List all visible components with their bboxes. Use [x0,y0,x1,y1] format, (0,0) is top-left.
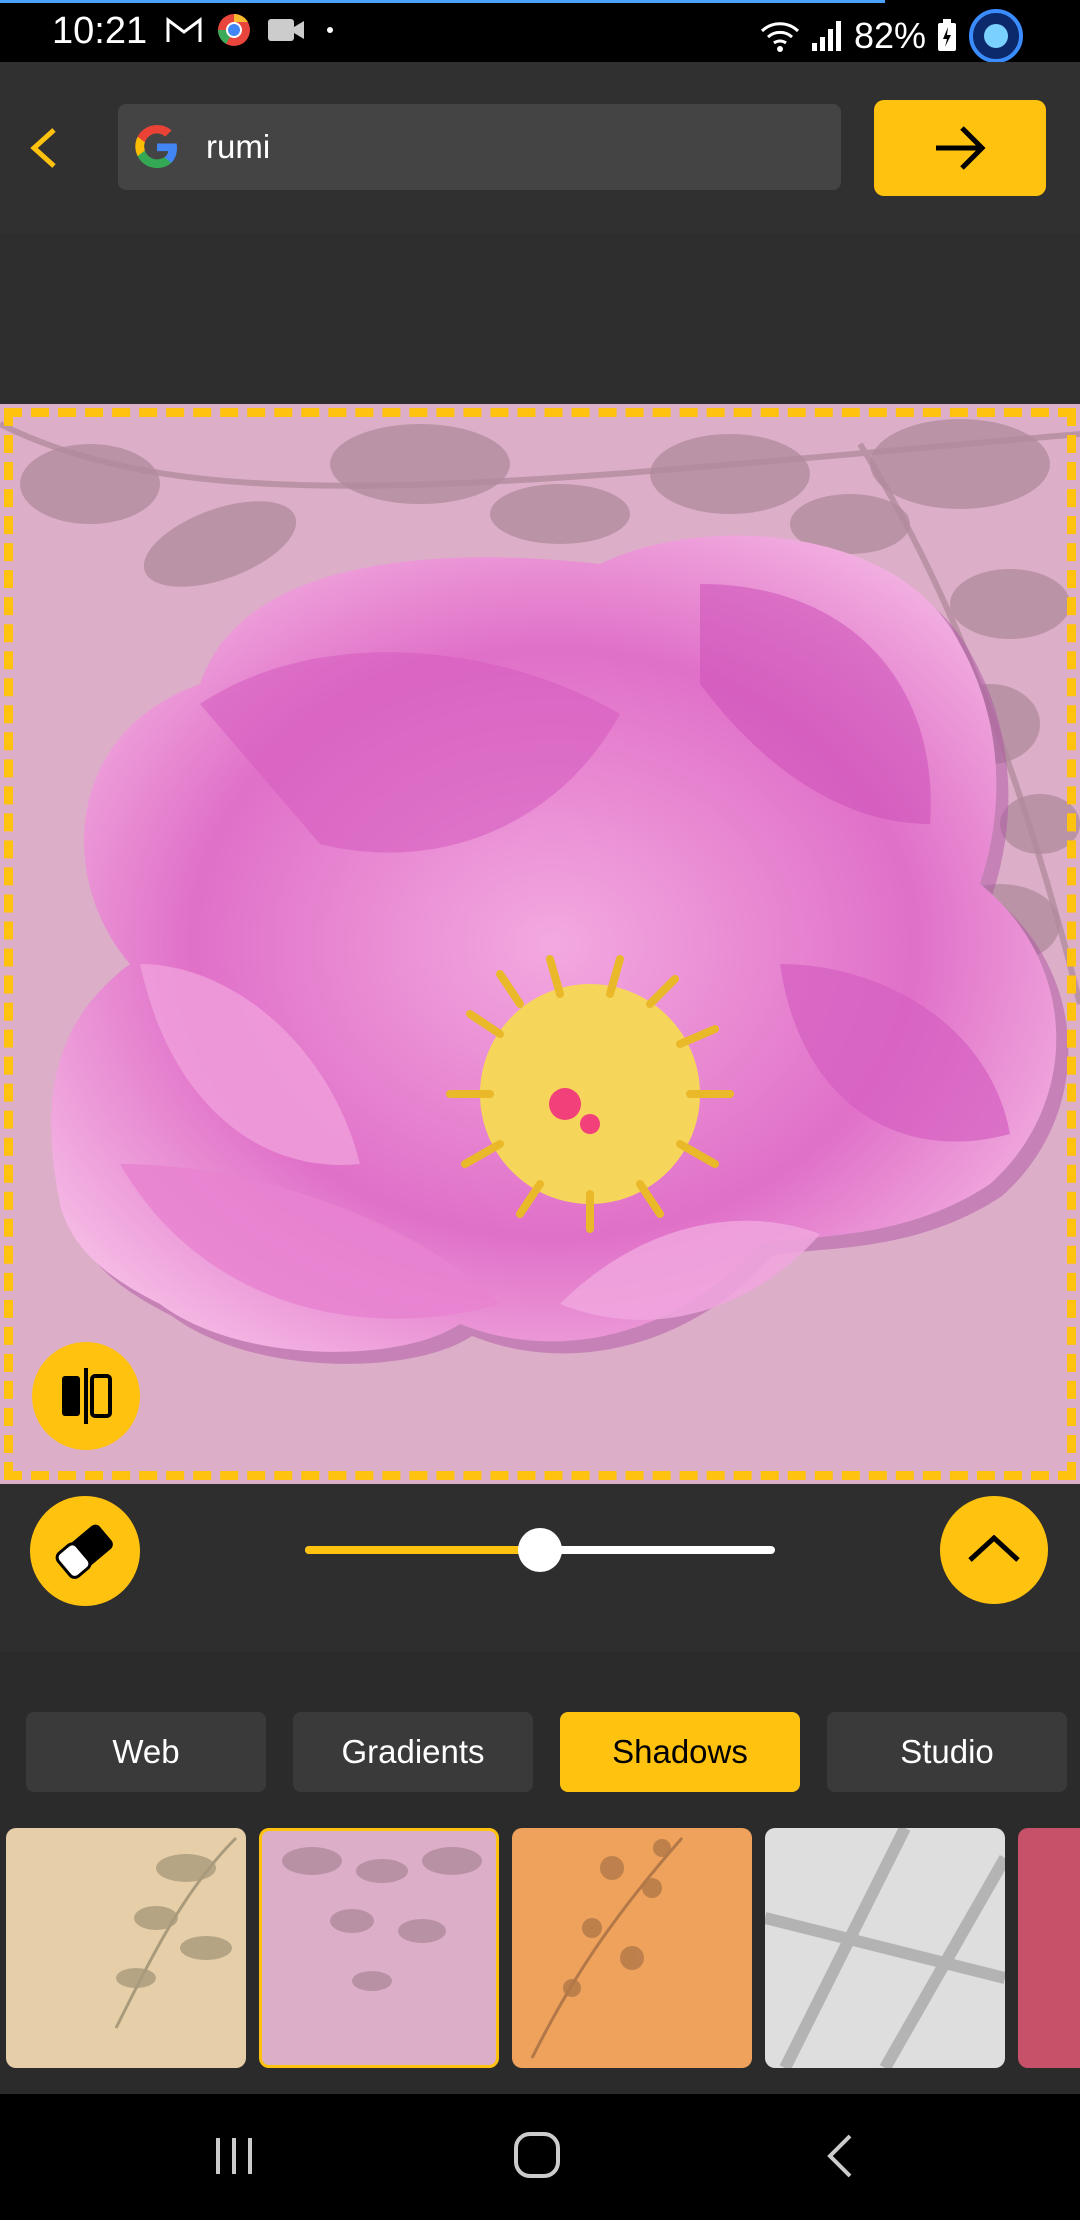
app-bar: rumi [0,62,1080,234]
swatch-orange-shadow[interactable] [512,1828,752,2068]
back-icon[interactable] [820,2132,860,2180]
canvas-padding [0,234,1080,404]
chevron-left-icon [30,128,56,168]
battery-percent: 82% [853,15,926,56]
swatch-gray-window-shadow[interactable] [765,1828,1005,2068]
editor-controls [0,1484,1080,1652]
notification-icons [166,12,340,48]
signal-icon [811,21,841,51]
tab-gradients[interactable]: Gradients [293,1712,533,1792]
expand-panel-button[interactable] [940,1496,1048,1604]
swatch-pink-shadow[interactable] [259,1828,499,2068]
search-query: rumi [206,128,271,165]
leaf-shadow-pattern [282,1847,482,1991]
search-input[interactable]: rumi [118,104,841,190]
background-category-tabs: Web Gradients Shadows Studio [0,1712,1080,1792]
page-load-progress [0,0,885,3]
home-icon[interactable] [512,2130,562,2180]
slider-fill [305,1546,540,1554]
arrow-right-icon [936,126,986,170]
recents-icon[interactable] [210,2134,260,2178]
compare-button[interactable] [32,1342,140,1450]
tab-studio[interactable]: Studio [827,1712,1067,1792]
video-icon [268,19,304,41]
system-status: 82% [760,8,1024,64]
slider-thumb[interactable] [518,1528,562,1572]
chrome-icon [217,13,250,46]
eraser-icon [55,1524,113,1579]
dot-icon [327,27,333,33]
compare-icon [62,1368,112,1424]
tab-shadows[interactable]: Shadows [560,1712,800,1792]
swatch-red[interactable] [1018,1828,1080,2068]
tab-web[interactable]: Web [26,1712,266,1792]
gmail-icon [166,17,202,42]
search-go-button[interactable] [874,100,1046,196]
wifi-icon [760,22,799,52]
branch-shadow-pattern [530,1837,684,2059]
eraser-button[interactable] [30,1496,140,1606]
system-navigation-bar [0,2094,1080,2220]
swatch-beige-shadow[interactable] [6,1828,246,2068]
brush-size-slider[interactable] [305,1528,775,1572]
battery-icon [938,19,956,51]
editor-canvas[interactable] [0,404,1080,1484]
window-shadow-pattern [765,1828,1005,2068]
flower-image [51,535,1069,1364]
google-icon [135,125,177,168]
leaf-shadow-pattern [114,1836,238,2029]
back-button[interactable] [20,120,68,176]
status-bar: 10:21 82% [0,0,1080,64]
status-time: 10:21 [52,10,148,52]
app-overlay-icon[interactable] [968,8,1024,64]
background-swatch-list [0,1828,1080,2068]
chevron-up-icon [968,1534,1020,1562]
